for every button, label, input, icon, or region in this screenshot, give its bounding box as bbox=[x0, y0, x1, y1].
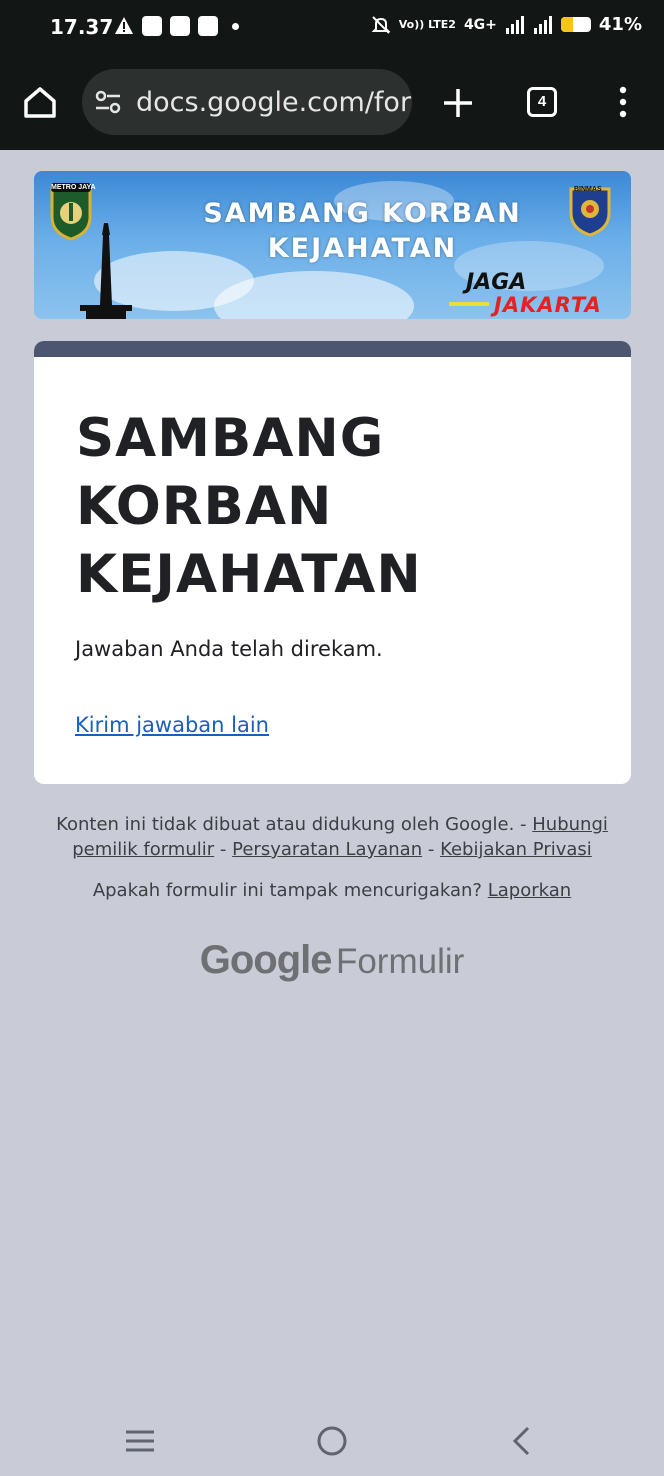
banner-accent-line bbox=[449, 302, 489, 306]
volte-indicator: Vo)) LTE2 bbox=[398, 17, 456, 31]
notification-icons bbox=[114, 16, 239, 36]
battery-icon bbox=[560, 17, 591, 32]
banner-title-line1: SAMBANG KORBAN bbox=[203, 198, 522, 229]
response-card: SAMBANG KORBAN KEJAHATAN Jawaban Anda te… bbox=[34, 341, 631, 784]
url-text: docs.google.com/forms bbox=[136, 87, 412, 118]
form-title: SAMBANG KORBAN KEJAHATAN bbox=[76, 408, 422, 605]
confirmation-message: Jawaban Anda telah direkam. bbox=[75, 637, 383, 661]
card-accent-bar bbox=[34, 341, 631, 357]
home-nav-icon[interactable] bbox=[314, 1423, 350, 1459]
home-icon[interactable] bbox=[20, 82, 60, 122]
report-line: Apakah formulir ini tampak mencurigakan?… bbox=[40, 880, 624, 901]
app-notification-icon bbox=[142, 16, 162, 36]
disclaimer-text: Konten ini tidak dibuat atau didukung ol… bbox=[56, 814, 527, 835]
google-wordmark: Google bbox=[199, 938, 333, 982]
address-bar[interactable]: docs.google.com/forms bbox=[82, 69, 412, 135]
warning-icon bbox=[115, 17, 133, 34]
mute-icon bbox=[371, 15, 391, 34]
badge-left-text: METRO JAYA bbox=[51, 184, 96, 191]
slogan-jakarta: JAKARTA bbox=[494, 293, 602, 317]
status-bar: 17.37 Vo)) LTE2 4G+ 41% bbox=[0, 0, 664, 56]
back-icon[interactable] bbox=[504, 1423, 540, 1459]
battery-percent: 41% bbox=[598, 14, 642, 35]
browser-toolbar: docs.google.com/forms 4 bbox=[0, 56, 664, 150]
form-footer: Konten ini tidak dibuat atau didukung ol… bbox=[40, 812, 624, 862]
report-link[interactable]: Laporkan bbox=[488, 880, 571, 901]
battery-level bbox=[560, 17, 574, 32]
signal-icon bbox=[533, 15, 552, 34]
submit-another-response-link[interactable]: Kirim jawaban lain bbox=[75, 713, 269, 737]
status-time: 17.37 bbox=[50, 15, 114, 39]
more-options-icon[interactable] bbox=[614, 84, 632, 120]
badge-right-text: BINMAS bbox=[574, 186, 602, 193]
footer-separator: - bbox=[219, 839, 227, 860]
signal-icon bbox=[505, 15, 524, 34]
mail-notification-icon bbox=[170, 16, 190, 36]
network-type: 4G+ bbox=[463, 16, 497, 33]
new-tab-icon[interactable] bbox=[440, 85, 476, 121]
suspicious-text: Apakah formulir ini tampak mencurigakan? bbox=[92, 880, 482, 901]
form-header-banner: METRO JAYA BINMAS SAMBANG KORBAN KEJAHAT… bbox=[34, 171, 631, 319]
app-notification-icon bbox=[198, 16, 218, 36]
tab-switcher-button[interactable]: 4 bbox=[527, 87, 557, 117]
site-settings-icon[interactable] bbox=[94, 89, 122, 115]
banner-title-line2: KEJAHATAN bbox=[267, 233, 458, 264]
footer-separator: - bbox=[427, 839, 435, 860]
forms-wordmark: Formulir bbox=[335, 942, 465, 981]
google-forms-logo[interactable]: Google Formulir bbox=[0, 938, 664, 983]
recent-apps-icon[interactable] bbox=[122, 1423, 158, 1459]
slogan-jaga: JAGA bbox=[466, 270, 527, 295]
system-icons: Vo)) LTE2 4G+ 41% bbox=[371, 14, 642, 35]
terms-link[interactable]: Persyaratan Layanan bbox=[232, 839, 422, 860]
more-notifications-dot bbox=[232, 22, 239, 30]
privacy-link[interactable]: Kebijakan Privasi bbox=[440, 839, 592, 860]
system-navigation-bar bbox=[0, 1405, 664, 1476]
